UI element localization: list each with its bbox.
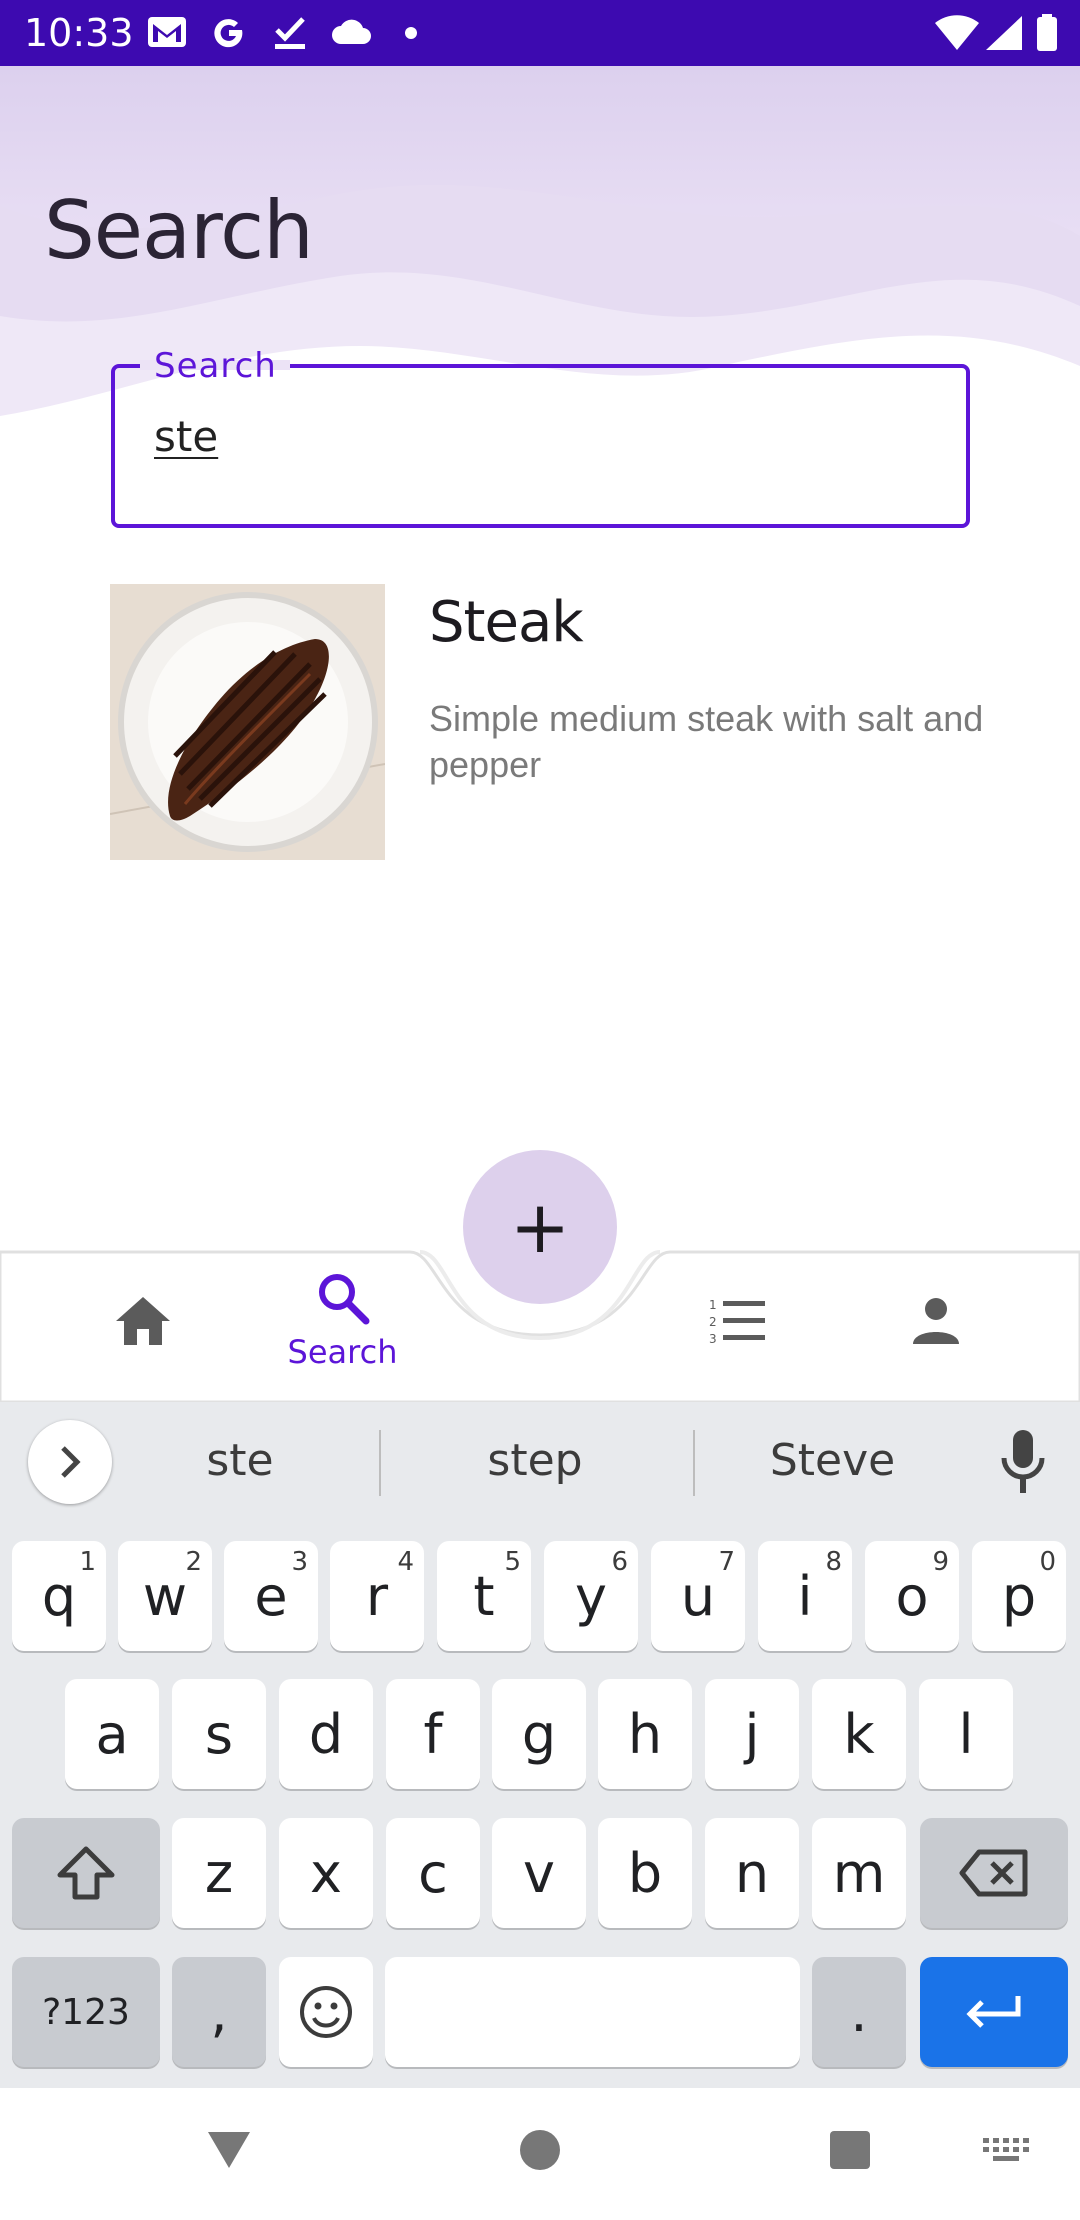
- suggestion-expand-button[interactable]: [28, 1420, 112, 1504]
- svg-text:1: 1: [709, 1298, 717, 1312]
- dot-icon: [404, 26, 418, 64]
- search-input-value[interactable]: ste: [154, 412, 218, 461]
- shift-key[interactable]: [12, 1818, 160, 1928]
- key-k[interactable]: k: [812, 1679, 906, 1789]
- search-input[interactable]: [111, 364, 970, 528]
- key-o[interactable]: o9: [865, 1541, 959, 1651]
- key-r[interactable]: r4: [330, 1541, 424, 1651]
- back-icon[interactable]: [206, 2128, 252, 2170]
- key-n[interactable]: n: [705, 1818, 799, 1928]
- key-j[interactable]: j: [705, 1679, 799, 1789]
- emoji-key[interactable]: [279, 1957, 373, 2067]
- symbols-key[interactable]: ?123: [12, 1957, 160, 2067]
- key-m[interactable]: m: [812, 1818, 906, 1928]
- key-a[interactable]: a: [65, 1679, 159, 1789]
- check-icon: [272, 14, 308, 52]
- svg-text:2: 2: [709, 1315, 717, 1329]
- chevron-right-icon: [61, 1446, 81, 1478]
- google-icon: [210, 14, 248, 52]
- key-v[interactable]: v: [492, 1818, 586, 1928]
- person-icon: [913, 1298, 959, 1344]
- add-recipe-button[interactable]: +: [463, 1150, 617, 1304]
- nav-home[interactable]: [90, 1240, 195, 1402]
- backspace-key[interactable]: [920, 1818, 1068, 1928]
- shift-icon: [57, 1846, 115, 1900]
- key-p[interactable]: p0: [972, 1541, 1066, 1651]
- system-nav-bar: [0, 2088, 1080, 2220]
- status-bar: 10:33: [0, 0, 1080, 66]
- key-b[interactable]: b: [598, 1818, 692, 1928]
- key-t[interactable]: t5: [437, 1541, 531, 1651]
- key-f[interactable]: f: [386, 1679, 480, 1789]
- mic-icon[interactable]: [998, 1428, 1048, 1498]
- home-circle-icon[interactable]: [519, 2129, 561, 2171]
- key-i[interactable]: i8: [758, 1541, 852, 1651]
- keyboard-switch-icon[interactable]: [983, 2138, 1029, 2168]
- wifi-icon: [934, 14, 980, 52]
- key-d[interactable]: d: [279, 1679, 373, 1789]
- key-e[interactable]: e3: [224, 1541, 318, 1651]
- svg-text:3: 3: [709, 1332, 717, 1345]
- key-g[interactable]: g: [492, 1679, 586, 1789]
- enter-key[interactable]: [920, 1957, 1068, 2067]
- key-y[interactable]: y6: [544, 1541, 638, 1651]
- recents-icon[interactable]: [828, 2130, 872, 2170]
- nav-search-label: Search: [287, 1333, 398, 1371]
- nav-search[interactable]: Search: [270, 1240, 415, 1402]
- search-label: Search: [154, 346, 277, 386]
- emoji-icon: [300, 1986, 352, 2038]
- plus-icon: +: [509, 1185, 571, 1269]
- suggestion-2[interactable]: step: [460, 1435, 610, 1486]
- search-icon: [318, 1274, 369, 1325]
- key-l[interactable]: l: [919, 1679, 1013, 1789]
- enter-icon: [966, 1996, 1021, 2028]
- suggestion-divider: [693, 1430, 695, 1496]
- cloud-icon: [330, 14, 374, 52]
- signal-icon: [984, 14, 1024, 52]
- backspace-icon: [959, 1849, 1028, 1897]
- key-h[interactable]: h: [598, 1679, 692, 1789]
- steak-photo[interactable]: [110, 584, 385, 860]
- list-icon: 1 2 3: [709, 1298, 765, 1345]
- space-key[interactable]: [385, 1957, 800, 2067]
- status-time: 10:33: [24, 11, 134, 55]
- suggestion-divider: [379, 1430, 381, 1496]
- suggestion-1[interactable]: ste: [180, 1435, 300, 1486]
- home-icon: [115, 1297, 170, 1345]
- suggestion-3[interactable]: Steve: [750, 1435, 915, 1486]
- battery-icon: [1036, 14, 1058, 52]
- period-key[interactable]: .: [812, 1957, 906, 2067]
- key-z[interactable]: z: [172, 1818, 266, 1928]
- key-s[interactable]: s: [172, 1679, 266, 1789]
- app-screen: 10:33 Search Search ste Steak Simple med…: [0, 0, 1080, 2220]
- key-q[interactable]: q1: [12, 1541, 106, 1651]
- page-title: Search: [44, 184, 314, 277]
- comma-key[interactable]: ,: [172, 1957, 266, 2067]
- nav-list[interactable]: 1 2 3: [700, 1240, 776, 1402]
- key-c[interactable]: c: [386, 1818, 480, 1928]
- result-description: Simple medium steak with salt and pepper: [429, 698, 984, 785]
- key-w[interactable]: w2: [118, 1541, 212, 1651]
- nav-profile[interactable]: [896, 1240, 976, 1402]
- result-title[interactable]: Steak: [429, 590, 584, 655]
- gmail-icon: [146, 14, 188, 52]
- key-u[interactable]: u7: [651, 1541, 745, 1651]
- key-x[interactable]: x: [279, 1818, 373, 1928]
